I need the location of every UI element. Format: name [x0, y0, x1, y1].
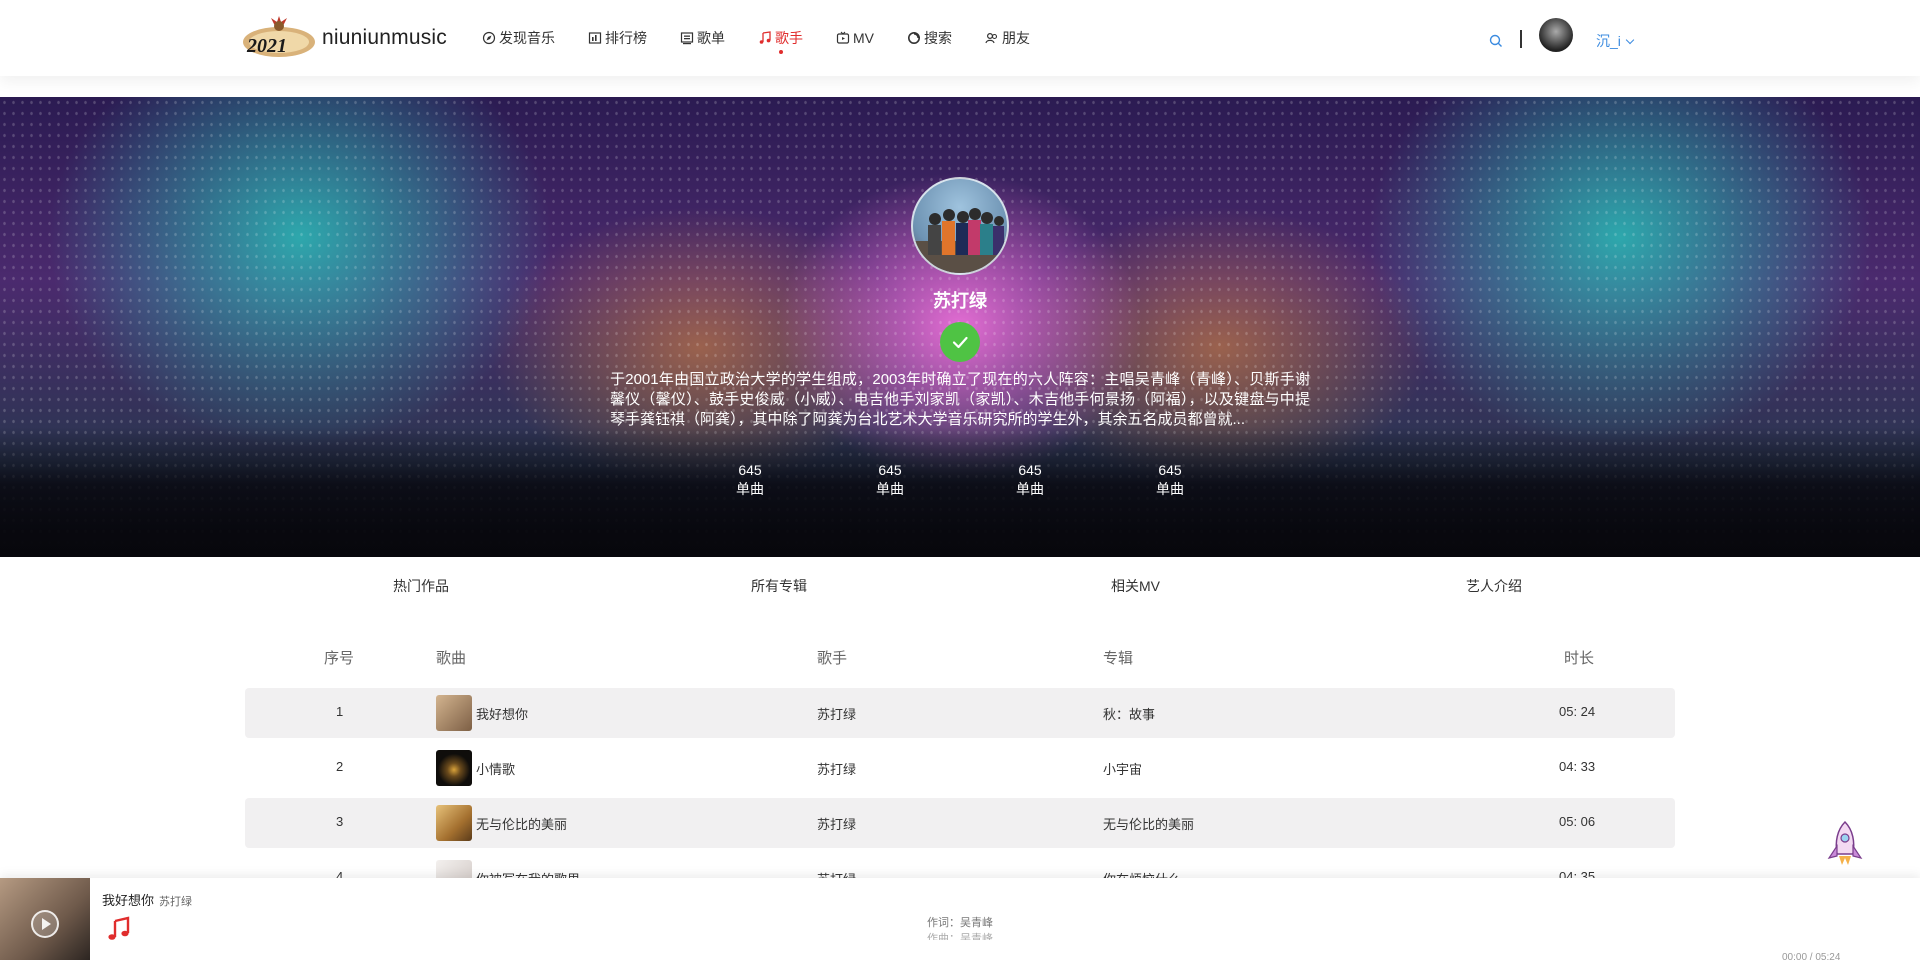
song-duration: 04: 33: [1559, 759, 1596, 774]
back-to-top-rocket-icon[interactable]: [1825, 820, 1865, 868]
user-avatar[interactable]: [1539, 18, 1573, 52]
nav-friends[interactable]: 朋友: [985, 0, 1030, 76]
table-row[interactable]: 3 无与伦比的美丽 苏打绿 无与伦比的美丽 05: 06: [245, 798, 1675, 848]
nav-label: 发现音乐: [499, 30, 555, 46]
song-album[interactable]: 小宇宙: [1103, 759, 1142, 778]
header-song: 歌曲: [436, 650, 467, 667]
artist-hero-banner: 苏打绿 于2001年由国立政治大学的学生组成，2003年时确立了现在的六人阵容：…: [0, 97, 1920, 557]
artist-photo: [911, 177, 1009, 275]
row-index: 2: [336, 759, 344, 774]
search-icon[interactable]: [1489, 34, 1503, 48]
nav-label: 歌手: [775, 30, 803, 46]
tab-artist-intro[interactable]: 艺人介绍: [1466, 576, 1522, 596]
artist-stats: 645 单曲 645 单曲 645 单曲 645 单曲: [680, 461, 1240, 499]
song-title[interactable]: 小情歌: [476, 759, 515, 778]
nav-label: 搜索: [924, 30, 952, 46]
search-circle-icon: [908, 32, 920, 44]
tab-hot-songs[interactable]: 热门作品: [393, 576, 449, 596]
song-title[interactable]: 我好想你: [476, 704, 528, 723]
artist-tabs: 热门作品 所有专辑 相关MV 艺人介绍: [0, 576, 1920, 600]
song-cover: [436, 805, 472, 841]
song-artist[interactable]: 苏打绿: [817, 704, 856, 723]
username: 沉_i: [1596, 33, 1621, 49]
song-album[interactable]: 秋：故事: [1103, 704, 1155, 723]
check-icon: [952, 336, 968, 349]
now-playing: 我好想你 苏打绿: [102, 890, 192, 909]
site-logo[interactable]: 2021: [241, 12, 317, 60]
stat-value: 645: [738, 462, 762, 478]
tab-albums[interactable]: 所有专辑: [751, 576, 807, 596]
player-time: 00:00 / 05:24: [1782, 952, 1841, 960]
song-artist[interactable]: 苏打绿: [817, 759, 856, 778]
stat-label: 单曲: [876, 481, 904, 497]
playlist-icon: [680, 32, 694, 45]
chart-icon: [588, 32, 602, 44]
stat-label: 单曲: [1016, 481, 1044, 497]
song-duration: 05: 06: [1559, 814, 1596, 829]
nav-label: 歌单: [697, 30, 725, 46]
stat-label: 单曲: [1156, 481, 1184, 497]
song-table-header: 序号 歌曲 歌手 专辑 时长: [245, 647, 1675, 671]
active-indicator: [778, 50, 783, 54]
stat-item: 645 单曲: [680, 461, 820, 499]
header-separator: [1520, 30, 1522, 48]
stat-value: 645: [1158, 462, 1182, 478]
song-cover: [436, 695, 472, 731]
tv-icon: [836, 31, 850, 44]
artist-bio: 于2001年由国立政治大学的学生组成，2003年时确立了现在的六人阵容：主唱吴青…: [610, 371, 1310, 428]
player-bar: 我好想你 苏打绿 作词：吴青峰 作曲：吴青峰 00:00 / 05:24: [0, 878, 1920, 960]
band-members-image: [913, 208, 1007, 273]
tab-mv[interactable]: 相关MV: [1111, 576, 1160, 596]
compass-icon: [482, 31, 496, 45]
friends-icon: [985, 32, 998, 44]
stat-value: 645: [1018, 462, 1042, 478]
brand-name[interactable]: niuniunmusic: [322, 26, 447, 50]
now-playing-title: 我好想你: [102, 893, 155, 908]
chevron-down-icon: [1625, 35, 1635, 45]
table-row[interactable]: 1 我好想你 苏打绿 秋：故事 05: 24: [245, 688, 1675, 738]
nav-playlists[interactable]: 歌单: [680, 0, 725, 76]
song-title[interactable]: 无与伦比的美丽: [476, 814, 567, 833]
nav-mv[interactable]: MV: [836, 0, 874, 76]
row-index: 3: [336, 814, 344, 829]
svg-text:2021: 2021: [246, 35, 287, 57]
lyric-line: 作词：吴青峰: [927, 917, 993, 929]
nav-search[interactable]: 搜索: [907, 0, 952, 76]
stat-item: 645 单曲: [1100, 461, 1240, 499]
table-row[interactable]: 2 小情歌 苏打绿 小宇宙 04: 33: [245, 743, 1675, 793]
artist-name: 苏打绿: [933, 291, 987, 311]
nav-artists[interactable]: 歌手: [758, 0, 803, 76]
song-artist[interactable]: 苏打绿: [817, 814, 856, 833]
nav-charts[interactable]: 排行榜: [588, 0, 647, 76]
song-duration: 05: 24: [1559, 704, 1596, 719]
follow-button[interactable]: [940, 322, 980, 362]
song-cover: [436, 750, 472, 786]
stat-label: 单曲: [736, 481, 764, 497]
nav-label: 朋友: [1002, 30, 1030, 46]
music-note-icon: [759, 31, 771, 44]
lyric-line-next: 作曲：吴青峰: [927, 933, 993, 940]
username-dropdown[interactable]: 沉_i: [1596, 31, 1635, 51]
row-index: 1: [336, 704, 344, 719]
stat-item: 645 单曲: [960, 461, 1100, 499]
song-album[interactable]: 无与伦比的美丽: [1103, 814, 1194, 833]
header-album: 专辑: [1103, 650, 1134, 667]
nav-label: MV: [853, 30, 874, 46]
main-nav: 发现音乐 排行榜 歌单 歌手 MV 搜索 朋友: [482, 0, 1063, 76]
top-navbar: 2021 niuniunmusic 发现音乐 排行榜 歌单 歌手 MV 搜索 朋…: [0, 0, 1920, 76]
stat-value: 645: [878, 462, 902, 478]
stat-item: 645 单曲: [820, 461, 960, 499]
header-artist: 歌手: [817, 650, 848, 667]
header-index: 序号: [324, 650, 355, 667]
nav-discover[interactable]: 发现音乐: [482, 0, 555, 76]
header-duration: 时长: [1564, 650, 1595, 667]
nav-label: 排行榜: [605, 30, 647, 46]
now-playing-artist: 苏打绿: [159, 896, 193, 908]
